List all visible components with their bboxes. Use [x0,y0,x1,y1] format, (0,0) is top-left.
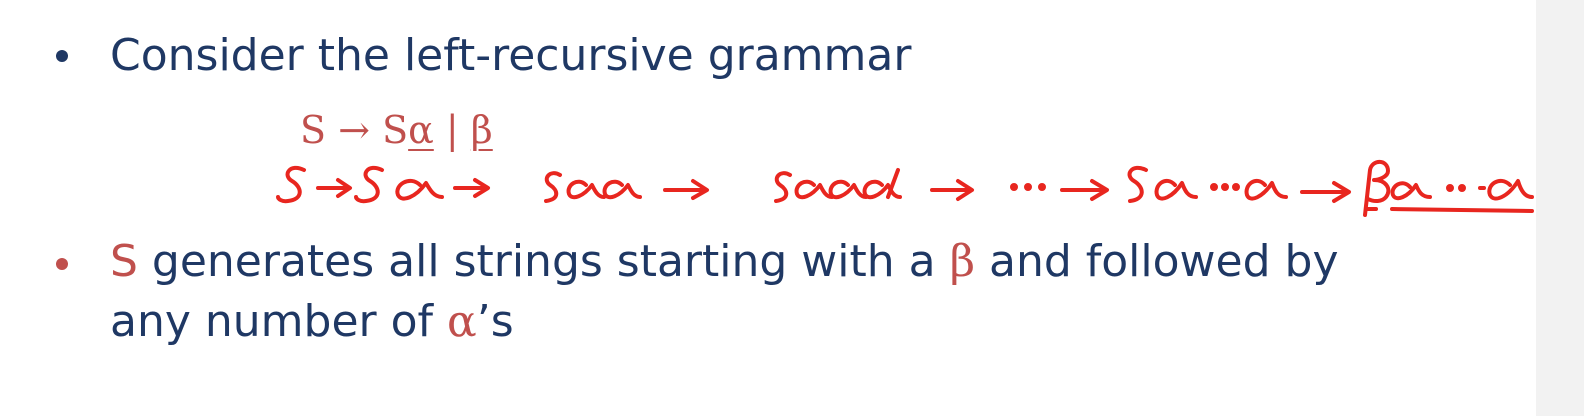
slide: Consider the left-recursive grammar S → … [0,0,1536,416]
handwritten-derivation-drawing [276,159,1534,217]
bullet-2-part4: ’s [476,296,514,347]
bullet-item-1: Consider the left-recursive grammar [56,24,911,88]
bullet-2-part3: any number of [110,296,447,347]
bullet-2-part1: generates all strings starting with a [137,236,950,287]
handwritten-derivation [270,145,1540,220]
bullet-2-s: S [110,236,138,287]
bullet-2-text: S generates all strings starting with a … [110,232,1460,352]
bullet-item-2: S generates all strings starting with a … [56,232,1460,352]
bullet-2-alpha: α [446,296,477,347]
bullet-2-part2: and followed by [975,236,1339,287]
bullet-2-beta: β [949,236,976,287]
bullet-icon [56,258,68,270]
bullet-icon [56,50,68,62]
window-edge [1536,0,1584,416]
bullet-1-text: Consider the left-recursive grammar [110,30,912,81]
